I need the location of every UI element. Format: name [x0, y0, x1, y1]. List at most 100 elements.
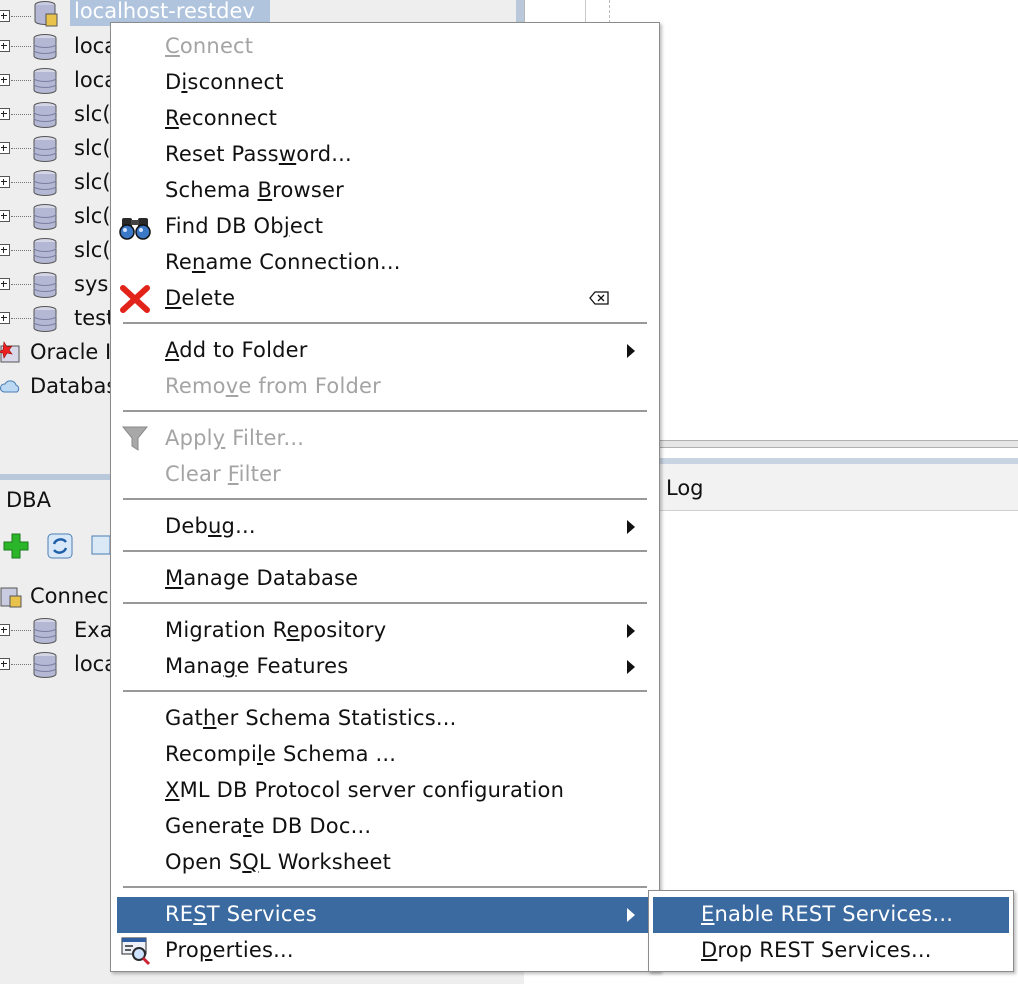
menu-item-apply-filter[interactable]: Apply Filter... — [111, 421, 659, 457]
menu-item-reconnect[interactable]: Reconnect — [111, 101, 659, 137]
tree-connector — [11, 284, 31, 285]
database-connection-icon — [34, 1, 58, 27]
tree-connector — [11, 182, 31, 183]
tree-label: slc( — [74, 238, 111, 262]
tree-connector — [11, 630, 31, 631]
menu-separator — [123, 690, 647, 692]
tree-label: loca — [74, 68, 112, 92]
tree-connector — [11, 114, 31, 115]
tree-connector — [11, 664, 31, 665]
database-icon — [33, 34, 57, 60]
menu-item-manage-database[interactable]: Manage Database — [111, 561, 659, 597]
menu-item-clear-filter[interactable]: Clear Filter — [111, 457, 659, 493]
tree-row-connection[interactable]: loca — [0, 64, 112, 98]
menu-separator — [123, 886, 647, 888]
tree-row-database-cloud[interactable]: Databas — [0, 370, 112, 404]
menu-item-schema-browser[interactable]: Schema Browser — [111, 173, 659, 209]
tree-connector — [11, 16, 31, 17]
database-icon — [33, 618, 57, 644]
tree-label: slc( — [74, 136, 111, 160]
expand-icon[interactable] — [0, 40, 10, 52]
delete-key-icon — [589, 291, 609, 305]
binoculars-icon — [119, 218, 151, 240]
tree-row-dba-connections[interactable]: Connec — [0, 580, 112, 614]
database-icon — [33, 136, 57, 162]
tree-row-dba-connection[interactable]: loca — [0, 648, 112, 682]
tree-label: Exa — [74, 618, 112, 642]
log-panel-header[interactable]: Log — [658, 464, 1018, 511]
tree-label: slc( — [74, 102, 111, 126]
tree-label: slc( — [74, 170, 111, 194]
tree-row-dba-connection[interactable]: Exa — [0, 614, 112, 648]
database-icon — [33, 306, 57, 332]
menu-item-reset-password[interactable]: Reset Password... — [111, 137, 659, 173]
expand-icon[interactable] — [0, 74, 10, 86]
menu-separator — [123, 550, 647, 552]
tree-connector — [11, 80, 31, 81]
tree-connector — [11, 250, 31, 251]
splitter-horizontal-left[interactable] — [0, 474, 112, 480]
tree-row-connection[interactable]: sys — [0, 268, 112, 302]
menu-item-recompile-schema[interactable]: Recompile Schema ... — [111, 737, 659, 773]
submenu-arrow-icon — [627, 344, 635, 358]
menu-item-find-db-object[interactable]: Find DB Object — [111, 209, 659, 245]
add-icon[interactable] — [2, 532, 30, 560]
context-menu: Connect Disconnect Reconnect Reset Passw… — [110, 22, 660, 972]
database-icon — [33, 68, 57, 94]
menu-item-disconnect[interactable]: Disconnect — [111, 65, 659, 101]
tree-label: test — [74, 306, 112, 330]
expand-icon[interactable] — [0, 278, 10, 290]
menu-item-xml-db-protocol[interactable]: XML DB Protocol server configuration — [111, 773, 659, 809]
database-icon — [33, 652, 57, 678]
menu-separator — [123, 602, 647, 604]
menu-item-gather-schema-statistics[interactable]: Gather Schema Statistics... — [111, 701, 659, 737]
properties-icon — [121, 937, 151, 966]
filter-icon[interactable] — [90, 532, 110, 560]
menu-item-rename-connection[interactable]: Rename Connection... — [111, 245, 659, 281]
tree-label: Databas — [30, 374, 112, 398]
expand-icon[interactable] — [0, 210, 10, 222]
expand-icon[interactable] — [0, 142, 10, 154]
expand-icon[interactable] — [0, 244, 10, 256]
menu-separator — [123, 410, 647, 412]
submenu-arrow-icon — [627, 520, 635, 534]
menu-item-debug[interactable]: Debug... — [111, 509, 659, 545]
database-icon — [33, 170, 57, 196]
menu-item-migration-repository[interactable]: Migration Repository — [111, 613, 659, 649]
refresh-icon[interactable] — [46, 532, 74, 560]
expand-icon[interactable] — [0, 624, 10, 636]
expand-icon[interactable] — [0, 176, 10, 188]
menu-separator — [123, 322, 647, 324]
expand-icon[interactable] — [0, 10, 10, 22]
log-panel-title: Log — [666, 476, 704, 500]
menu-item-drop-rest-services[interactable]: Drop REST Services... — [649, 933, 1013, 969]
menu-separator — [123, 498, 647, 500]
tree-label: slc( — [74, 204, 111, 228]
tree-row-connection[interactable]: loca — [0, 30, 112, 64]
tree-row-oracle-folder[interactable]: Oracle I — [0, 336, 112, 370]
tree-row-connection[interactable]: slc( — [0, 234, 112, 268]
menu-item-connect[interactable]: Connect — [111, 29, 659, 65]
menu-item-properties[interactable]: Properties... — [111, 933, 659, 969]
expand-icon[interactable] — [0, 312, 10, 324]
tree-label: Oracle I — [30, 340, 112, 364]
menu-item-open-sql-worksheet[interactable]: Open SQL Worksheet — [111, 845, 659, 881]
tree-row-connection[interactable]: slc( — [0, 132, 112, 166]
rest-services-submenu: Enable REST Services... Drop REST Servic… — [648, 890, 1014, 972]
menu-item-manage-features[interactable]: Manage Features — [111, 649, 659, 685]
tree-label: sys — [74, 272, 109, 296]
menu-item-generate-db-doc[interactable]: Generate DB Doc... — [111, 809, 659, 845]
tree-row-connection[interactable]: slc( — [0, 200, 112, 234]
menu-item-delete[interactable]: Delete — [111, 281, 659, 317]
tree-row-connection[interactable]: slc( — [0, 98, 112, 132]
splitter-horizontal[interactable] — [658, 440, 1018, 448]
menu-item-rest-services[interactable]: REST Services — [117, 897, 653, 933]
expand-icon[interactable] — [0, 658, 10, 670]
expand-icon[interactable] — [0, 108, 10, 120]
menu-item-enable-rest-services[interactable]: Enable REST Services... — [653, 897, 1009, 933]
tree-row-connection[interactable]: slc( — [0, 166, 112, 200]
connections-folder-icon — [0, 587, 22, 608]
tree-row-connection[interactable]: test — [0, 302, 112, 336]
menu-item-add-to-folder[interactable]: Add to Folder — [111, 333, 659, 369]
menu-item-remove-from-folder[interactable]: Remove from Folder — [111, 369, 659, 405]
